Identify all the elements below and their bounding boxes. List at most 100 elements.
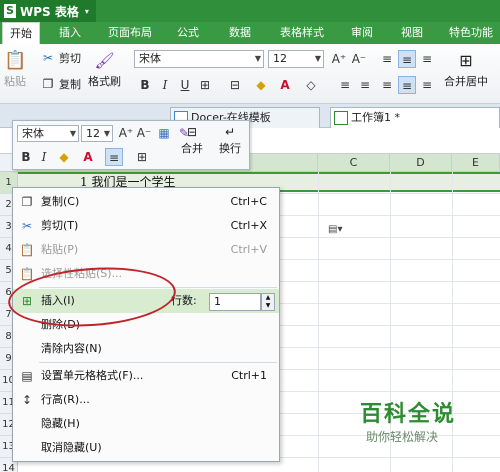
- fill-color-icon[interactable]: ◆: [252, 76, 270, 94]
- menu-item-format-cells-label: 设置单元格格式(F)...: [41, 369, 144, 382]
- scissors-icon: ✂: [42, 51, 54, 65]
- menu-item-hide[interactable]: 隐藏(H): [13, 412, 279, 436]
- format-cells-icon: ▤: [21, 369, 33, 383]
- mini-italic-button[interactable]: I: [35, 148, 53, 166]
- decrease-font-button[interactable]: A⁻: [350, 50, 368, 68]
- column-header-c[interactable]: C: [318, 154, 390, 172]
- paste-button[interactable]: 📋 粘贴: [4, 50, 26, 89]
- tab-page-layout[interactable]: 页面布局: [100, 22, 160, 44]
- paste-label: 粘贴: [4, 75, 26, 88]
- copy-button[interactable]: ❐ 复制: [40, 76, 81, 92]
- format-painter-button[interactable]: 🖌 格式刷: [88, 50, 121, 89]
- title-bar: S WPS 表格 ▾: [0, 0, 500, 22]
- mini-font-name-value: 宋体: [22, 127, 44, 140]
- menu-bar: 开始 插入 页面布局 公式 数据 表格样式 审阅 视图 特色功能: [0, 22, 500, 44]
- row-height-icon: ↕: [21, 393, 33, 407]
- text-align-center-icon[interactable]: ≡: [398, 76, 416, 94]
- mini-font-size-select[interactable]: 12 ▼: [81, 125, 113, 142]
- tab-review[interactable]: 审阅: [344, 22, 380, 44]
- mini-merge-button[interactable]: ⊟ 合并: [181, 124, 203, 156]
- cut-button[interactable]: ✂ 剪切: [40, 50, 81, 66]
- mini-increase-font-button[interactable]: A⁺: [117, 124, 135, 142]
- ribbon: 📋 粘贴 ✂ 剪切 ❐ 复制 🖌 格式刷 宋体 ▼ 12 ▼ A⁺ A⁻ B I…: [0, 44, 500, 104]
- mini-cell-style-icon[interactable]: ▦: [155, 124, 173, 142]
- mini-merge-label: 合并: [181, 142, 203, 155]
- font-name-select[interactable]: 宋体 ▼: [134, 50, 264, 68]
- menu-item-paste-label: 粘贴(P): [41, 243, 79, 256]
- menu-item-row-height-label: 行高(R)...: [41, 393, 90, 406]
- chevron-down-icon: ▾: [84, 6, 89, 16]
- rows-count-stepper[interactable]: ▲ ▼: [261, 293, 275, 311]
- tab-workbook1[interactable]: 工作簿1 *: [330, 107, 500, 128]
- cut-label: 剪切: [59, 52, 81, 65]
- menu-item-unhide-label: 取消隐藏(U): [41, 441, 102, 454]
- tab-view[interactable]: 视图: [394, 22, 430, 44]
- tab-formula[interactable]: 公式: [170, 22, 206, 44]
- mini-bold-button[interactable]: B: [17, 148, 35, 166]
- app-menu-button[interactable]: S WPS 表格 ▾: [0, 0, 96, 22]
- tab-table-style[interactable]: 表格样式: [272, 22, 332, 44]
- merge-icon[interactable]: ⊟: [226, 76, 244, 94]
- align-left-icon[interactable]: ≡: [336, 76, 354, 94]
- mini-toolbar: 宋体 ▼ 12 ▼ A⁺ A⁻ ▦ ✎ B I ◆ A ≡ ⊞ ⊟ 合并 ↵ 换…: [12, 120, 250, 170]
- copy-label: 复制: [59, 78, 81, 91]
- font-color-icon[interactable]: A: [276, 76, 294, 94]
- column-header-e[interactable]: E: [452, 154, 500, 172]
- menu-item-cut-shortcut: Ctrl+X: [230, 219, 267, 232]
- mini-font-name-select[interactable]: 宋体 ▼: [17, 125, 79, 142]
- align-right-icon[interactable]: ≡: [356, 76, 374, 94]
- increase-font-button[interactable]: A⁺: [330, 50, 348, 68]
- font-name-value: 宋体: [139, 52, 161, 65]
- align-middle-icon[interactable]: ≡: [398, 50, 416, 68]
- watermark-subtitle: 助你轻松解决: [366, 430, 439, 444]
- menu-item-cut[interactable]: ✂ 剪切(T) Ctrl+X: [13, 214, 279, 238]
- brush-icon: 🖌: [94, 51, 115, 70]
- clear-format-icon[interactable]: ◇: [302, 76, 320, 94]
- mini-wrap-label: 换行: [219, 142, 241, 155]
- font-size-select[interactable]: 12 ▼: [268, 50, 324, 68]
- mini-wrap-button[interactable]: ↵ 换行: [219, 124, 241, 156]
- merge-center-icon: ⊞: [459, 51, 473, 70]
- menu-item-copy[interactable]: ❐ 复制(C) Ctrl+C: [13, 190, 279, 214]
- mini-wrap-icon: ↵: [224, 125, 236, 139]
- align-top-icon[interactable]: ≡: [378, 50, 396, 68]
- watermark-title: 百科全说: [360, 402, 457, 427]
- text-align-right-icon[interactable]: ≡: [418, 76, 436, 94]
- chevron-down-icon: ▼: [103, 129, 110, 138]
- column-header-d[interactable]: D: [390, 154, 452, 172]
- tab-special-features[interactable]: 特色功能: [442, 22, 500, 44]
- mini-fill-color-icon[interactable]: ◆: [55, 148, 73, 166]
- italic-button[interactable]: I: [156, 76, 174, 94]
- menu-item-unhide[interactable]: 取消隐藏(U): [13, 436, 279, 460]
- font-size-value: 12: [273, 52, 287, 65]
- mini-border-icon[interactable]: ⊞: [133, 148, 151, 166]
- mini-align-center-icon[interactable]: ≡: [105, 148, 123, 166]
- paste-icon: 📋: [4, 50, 27, 71]
- underline-button[interactable]: U: [176, 76, 194, 94]
- rows-count-input[interactable]: 1: [209, 293, 261, 311]
- bold-button[interactable]: B: [136, 76, 154, 94]
- mini-merge-icon: ⊟: [186, 125, 198, 139]
- menu-item-clear-contents[interactable]: 清除内容(N): [13, 337, 279, 361]
- copy-icon: ❐: [42, 77, 54, 91]
- border-icon[interactable]: ⊞: [196, 76, 214, 94]
- merge-center-label: 合并居中: [444, 75, 488, 88]
- menu-item-format-cells-shortcut: Ctrl+1: [231, 369, 267, 382]
- menu-item-hide-label: 隐藏(H): [41, 417, 80, 430]
- menu-item-paste[interactable]: 📋 粘贴(P) Ctrl+V: [13, 238, 279, 262]
- text-align-left-icon[interactable]: ≡: [378, 76, 396, 94]
- mini-font-color-icon[interactable]: A: [79, 148, 97, 166]
- tab-workbook1-label: 工作簿1 *: [351, 111, 400, 124]
- chevron-down-icon: ▼: [69, 129, 76, 138]
- menu-item-cut-label: 剪切(T): [41, 219, 79, 232]
- menu-item-format-cells[interactable]: ▤ 设置单元格格式(F)... Ctrl+1: [13, 364, 279, 388]
- scissors-icon: ✂: [21, 219, 33, 233]
- align-bottom-icon[interactable]: ≡: [418, 50, 436, 68]
- tab-home[interactable]: 开始: [2, 22, 40, 44]
- merge-center-button[interactable]: ⊞ 合并居中: [444, 50, 488, 89]
- menu-item-row-height[interactable]: ↕ 行高(R)...: [13, 388, 279, 412]
- mini-decrease-font-button[interactable]: A⁻: [135, 124, 153, 142]
- menu-item-paste-shortcut: Ctrl+V: [230, 243, 267, 256]
- tab-data[interactable]: 数据: [222, 22, 258, 44]
- tab-insert[interactable]: 插入: [52, 22, 88, 44]
